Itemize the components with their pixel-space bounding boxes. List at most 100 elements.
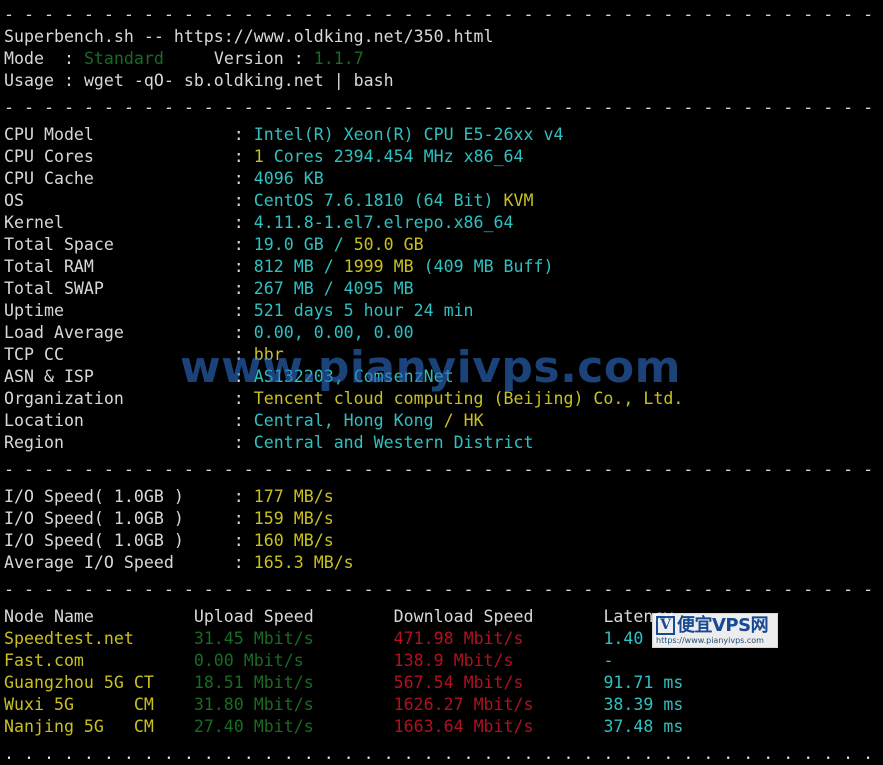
sysinfo-label: Kernel :: [4, 213, 254, 232]
speedtest-download: 1663.64 Mbit/s: [393, 717, 604, 736]
sysinfo-value-0: Central, Hong Kong: [253, 411, 444, 430]
sysinfo-value-0: 521 days 5 hour 24 min: [253, 301, 474, 320]
separator-after-header: - - - - - - - - - - - - - - - - - - - - …: [4, 98, 883, 117]
speedtest-block: Node Name Upload Speed Download Speed La…: [4, 606, 883, 738]
header-latency: Latency: [603, 607, 674, 626]
io-row: I/O Speed( 1.0GB ) : 177 MB/s: [4, 486, 883, 508]
sysinfo-row: Uptime : 521 days 5 hour 24 min: [4, 300, 883, 322]
speedtest-upload: 31.45 Mbit/s: [193, 629, 394, 648]
header-download: Download Speed: [393, 607, 604, 626]
sysinfo-value-2: 2394.454: [333, 147, 414, 166]
io-label: I/O Speed( 1.0GB ) :: [4, 509, 254, 528]
sysinfo-value-0: 812 MB: [253, 257, 314, 276]
sysinfo-value-0: 1: [253, 147, 264, 166]
version-value: 1.1.7: [313, 49, 364, 68]
sysinfo-row: CPU Cache : 4096 KB: [4, 168, 883, 190]
sysinfo-row: CPU Model : Intel(R) Xeon(R) CPU E5-26xx…: [4, 124, 883, 146]
sysinfo-label: Location :: [4, 411, 254, 430]
sysinfo-value-2: ComsenzNet: [353, 367, 454, 386]
speedtest-node: Fast.com: [4, 651, 194, 670]
sysinfo-value-0: 19.0 GB: [253, 235, 324, 254]
sysinfo-value-0: bbr: [253, 345, 284, 364]
sysinfo-value-0: 267 MB / 4095 MB: [253, 279, 414, 298]
sysinfo-value-0: 4.11.8-1.el7.elrepo.x86_64: [253, 213, 514, 232]
io-value: 159 MB/s: [253, 509, 334, 528]
speedtest-download: 567.54 Mbit/s: [393, 673, 604, 692]
speedtest-latency: 1.40 ms: [603, 629, 674, 648]
speedtest-row: Wuxi 5G CM 31.80 Mbit/s 1626.27 Mbit/s 3…: [4, 694, 883, 716]
sysinfo-label: Organization :: [4, 389, 254, 408]
speedtest-latency: 38.39 ms: [603, 695, 684, 714]
usage-value: wget -qO- sb.oldking.net | bash: [83, 71, 394, 90]
system-info-block: CPU Model : Intel(R) Xeon(R) CPU E5-26xx…: [4, 124, 883, 454]
sysinfo-label: Total SWAP :: [4, 279, 254, 298]
sysinfo-row: CPU Cores : 1 Cores 2394.454 MHz x86_64: [4, 146, 883, 168]
terminal-window: - - - - - - - - - - - - - - - - - - - - …: [0, 0, 883, 763]
separator-top: - - - - - - - - - - - - - - - - - - - - …: [4, 5, 883, 24]
io-row: I/O Speed( 1.0GB ) : 160 MB/s: [4, 530, 883, 552]
separator-after-io: - - - - - - - - - - - - - - - - - - - - …: [4, 580, 883, 599]
io-speed-block: I/O Speed( 1.0GB ) : 177 MB/s I/O Speed( …: [4, 486, 883, 574]
io-label: Average I/O Speed :: [4, 553, 254, 572]
sysinfo-row: Region : Central and Western District: [4, 432, 883, 454]
speedtest-latency: 91.71 ms: [603, 673, 684, 692]
mode-label: Mode :: [4, 49, 84, 68]
sysinfo-value-3: MHz: [413, 147, 464, 166]
sysinfo-row: OS : CentOS 7.6.1810 (64 Bit) KVM: [4, 190, 883, 212]
mode-value: Standard: [83, 49, 164, 68]
io-value: 165.3 MB/s: [253, 553, 354, 572]
speedtest-node: Nanjing 5G CM: [4, 717, 194, 736]
speedtest-upload: 18.51 Mbit/s: [193, 673, 394, 692]
sysinfo-row: Total RAM : 812 MB / 1999 MB (409 MB Buf…: [4, 256, 883, 278]
header-usage-line: Usage : wget -qO- sb.oldking.net | bash: [4, 70, 883, 92]
sysinfo-label: TCP CC :: [4, 345, 254, 364]
sysinfo-label: OS :: [4, 191, 254, 210]
separator-bottom: . . . . . . . . . . . . . . . . . . . . …: [4, 744, 874, 763]
header-upload: Upload Speed: [193, 607, 394, 626]
usage-label: Usage :: [4, 71, 84, 90]
sysinfo-label: ASN & ISP :: [4, 367, 254, 386]
sysinfo-value-2: 50.0 GB: [353, 235, 424, 254]
speedtest-row: Fast.com 0.00 Mbit/s 138.9 Mbit/s -: [4, 650, 883, 672]
sysinfo-value-1: /: [313, 257, 344, 276]
speedtest-header-row: Node Name Upload Speed Download Speed La…: [4, 606, 883, 628]
sysinfo-row: Load Average : 0.00, 0.00, 0.00: [4, 322, 883, 344]
io-row: I/O Speed( 1.0GB ) : 159 MB/s: [4, 508, 883, 530]
sysinfo-value-4: x86_64: [463, 147, 524, 166]
sysinfo-label: Region :: [4, 433, 254, 452]
io-row: Average I/O Speed : 165.3 MB/s: [4, 552, 883, 574]
speedtest-upload: 0.00 Mbit/s: [193, 651, 394, 670]
sysinfo-value-1: ,: [333, 367, 354, 386]
speedtest-latency: 37.48 ms: [603, 717, 684, 736]
separator-after-sysinfo: - - - - - - - - - - - - - - - - - - - - …: [4, 460, 883, 479]
sysinfo-value-0: CentOS 7.6.1810 (64 Bit): [253, 191, 504, 210]
sysinfo-value-3: (409 MB Buff): [413, 257, 554, 276]
speedtest-latency: -: [603, 651, 614, 670]
speedtest-download: 138.9 Mbit/s: [393, 651, 604, 670]
header-node: Node Name: [4, 607, 194, 626]
io-label: I/O Speed( 1.0GB ) :: [4, 531, 254, 550]
version-label: Version :: [163, 49, 314, 68]
sysinfo-label: Total RAM :: [4, 257, 254, 276]
sysinfo-value-0: AS132203: [253, 367, 334, 386]
sysinfo-value-1: / HK: [443, 411, 484, 430]
speedtest-node: Speedtest.net: [4, 629, 194, 648]
sysinfo-value-2: 1999 MB: [343, 257, 414, 276]
io-label: I/O Speed( 1.0GB ) :: [4, 487, 254, 506]
sysinfo-label: CPU Cores :: [4, 147, 254, 166]
sysinfo-value-0: Central and Western District: [253, 433, 534, 452]
speedtest-node: Guangzhou 5G CT: [4, 673, 194, 692]
sysinfo-row: Location : Central, Hong Kong / HK: [4, 410, 883, 432]
header-mode-line: Mode : Standard Version : 1.1.7: [4, 48, 883, 70]
speedtest-upload: 27.40 Mbit/s: [193, 717, 394, 736]
sysinfo-value-0: 0.00, 0.00, 0.00: [253, 323, 414, 342]
io-value: 160 MB/s: [253, 531, 334, 550]
sysinfo-value-0: 4096 KB: [253, 169, 324, 188]
terminal-screen: - - - - - - - - - - - - - - - - - - - - …: [0, 0, 883, 765]
sysinfo-row: Kernel : 4.11.8-1.el7.elrepo.x86_64: [4, 212, 883, 234]
header-title: Superbench.sh -- https://www.oldking.net…: [4, 27, 494, 46]
sysinfo-row: Organization : Tencent cloud computing (…: [4, 388, 883, 410]
sysinfo-label: Total Space :: [4, 235, 254, 254]
sysinfo-value-1: KVM: [503, 191, 534, 210]
speedtest-row: Nanjing 5G CM 27.40 Mbit/s 1663.64 Mbit/…: [4, 716, 883, 738]
